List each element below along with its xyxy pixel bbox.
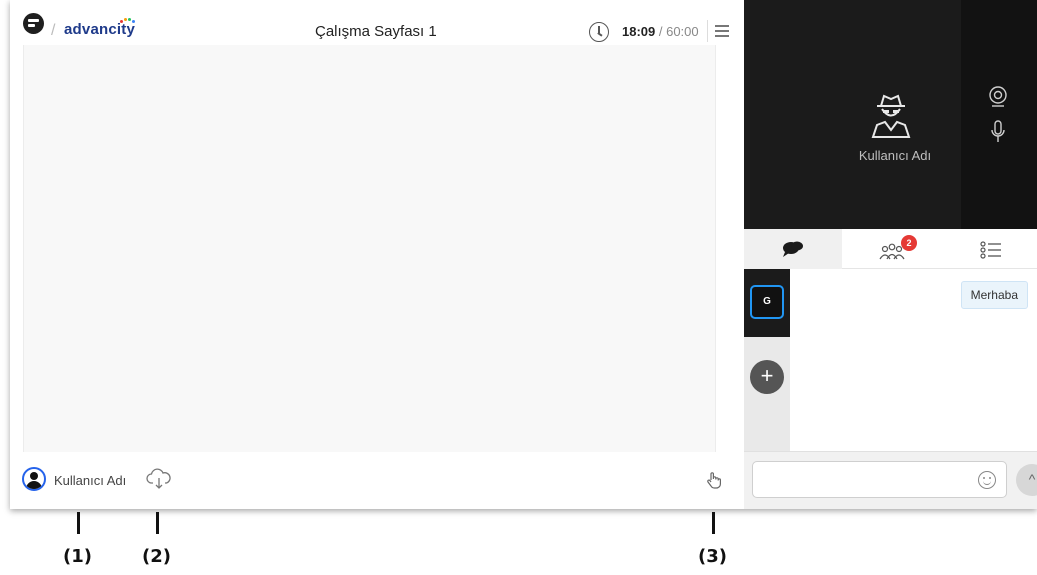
- annotation-marker-3: [712, 512, 715, 534]
- annotation-label-2: (2): [142, 546, 171, 567]
- brand-dots-icon: [120, 18, 136, 24]
- chat-message: Merhaba: [960, 281, 1028, 309]
- scroll-up-button[interactable]: ^: [1016, 464, 1037, 496]
- user-avatar-icon[interactable]: [22, 467, 46, 491]
- annotation-marker-1: [77, 512, 80, 534]
- chat-channel-sidebar: G +: [744, 269, 790, 451]
- right-panel: Kullanıcı Adı 2 G + Merhaba ^: [744, 0, 1037, 509]
- workspace: / advancity Çalışma Sayfası 1 18:09 / 60…: [10, 0, 744, 509]
- video-panel: Kullanıcı Adı: [744, 0, 1037, 229]
- user-name-label[interactable]: Kullanıcı Adı: [54, 473, 126, 488]
- annotation-label-3: (3): [698, 546, 727, 567]
- tab-list[interactable]: [940, 229, 1037, 269]
- panel-tabs: 2: [744, 229, 1037, 269]
- microphone-icon[interactable]: [991, 120, 1005, 144]
- app-window: / advancity Çalışma Sayfası 1 18:09 / 60…: [10, 0, 1037, 509]
- add-chat-button[interactable]: +: [750, 360, 784, 394]
- page-title: Çalışma Sayfası 1: [315, 23, 437, 40]
- participants-count-badge: 2: [901, 235, 917, 251]
- emoji-icon[interactable]: [978, 471, 996, 489]
- worksheet-canvas[interactable]: [23, 45, 716, 452]
- top-bar: / advancity Çalışma Sayfası 1 18:09 / 60…: [10, 0, 744, 45]
- timer-total: / 60:00: [658, 24, 699, 39]
- group-chat-button[interactable]: G: [750, 285, 784, 319]
- hamburger-menu-icon[interactable]: [715, 25, 729, 37]
- chat-input[interactable]: [752, 461, 1007, 498]
- annotation-label-1: (1): [63, 546, 92, 567]
- video-controls-strip: [961, 0, 1037, 229]
- webcam-icon[interactable]: [988, 86, 1008, 108]
- raise-hand-icon[interactable]: [706, 471, 722, 489]
- cloud-download-icon[interactable]: [146, 468, 172, 490]
- chat-messages: Merhaba: [790, 269, 1037, 451]
- annotation-marker-2: [156, 512, 159, 534]
- header-divider: [707, 20, 708, 42]
- chat-bubbles-icon: [783, 241, 803, 257]
- video-participant-name: Kullanıcı Adı: [858, 148, 932, 163]
- session-timer: 18:09 / 60:00: [622, 24, 699, 39]
- tab-chat[interactable]: [744, 229, 842, 269]
- timer-current: 18:09: [622, 24, 656, 39]
- app-logo-icon[interactable]: [23, 13, 44, 34]
- anonymous-user-icon: [871, 94, 911, 138]
- breadcrumb-separator: /: [51, 22, 56, 39]
- active-channel-area: G: [744, 269, 790, 337]
- chat-input-bar: ^: [744, 451, 1037, 509]
- tab-participants[interactable]: 2: [842, 229, 940, 269]
- bottom-bar: Kullanıcı Adı: [10, 452, 744, 509]
- clock-icon: [589, 22, 609, 42]
- list-icon: [980, 241, 1001, 259]
